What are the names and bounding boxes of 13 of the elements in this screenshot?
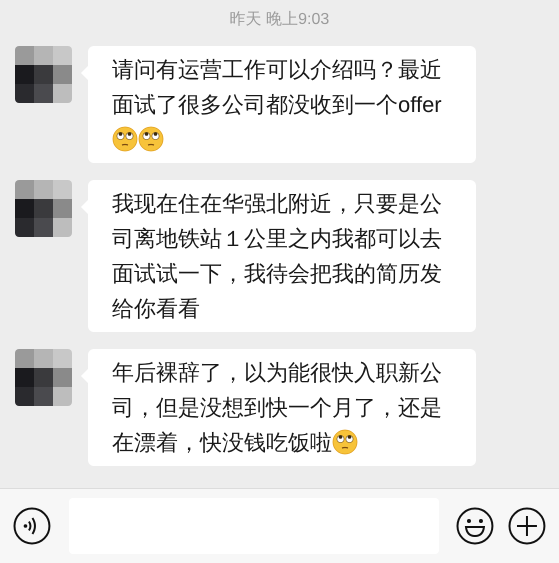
plus-icon[interactable]	[508, 507, 546, 545]
message-text: 年后裸辞了，以为能很快入职新公司，但是没想到快一个月了，还是在漂着，快没钱吃饭啦	[112, 359, 443, 457]
eye-roll-emoji-icon	[332, 429, 358, 455]
message-text: 请问有运营工作可以介绍吗？最近面试了很多公司都没收到一个offer	[112, 52, 444, 157]
eye-roll-emoji-icon	[112, 126, 138, 152]
eye-roll-emoji-icon	[138, 126, 164, 152]
voice-icon[interactable]	[13, 507, 51, 545]
timestamp: 昨天 晚上9:03	[230, 10, 330, 30]
emoji-icon[interactable]	[456, 507, 494, 545]
message-text: 我现在住在华强北附近，只要是公司离地铁站１公里之内我都可以去面试试一下，我待会把我的简历发给你看看	[112, 190, 443, 323]
avatar	[15, 180, 72, 237]
avatar	[15, 349, 72, 406]
avatar	[15, 46, 72, 103]
